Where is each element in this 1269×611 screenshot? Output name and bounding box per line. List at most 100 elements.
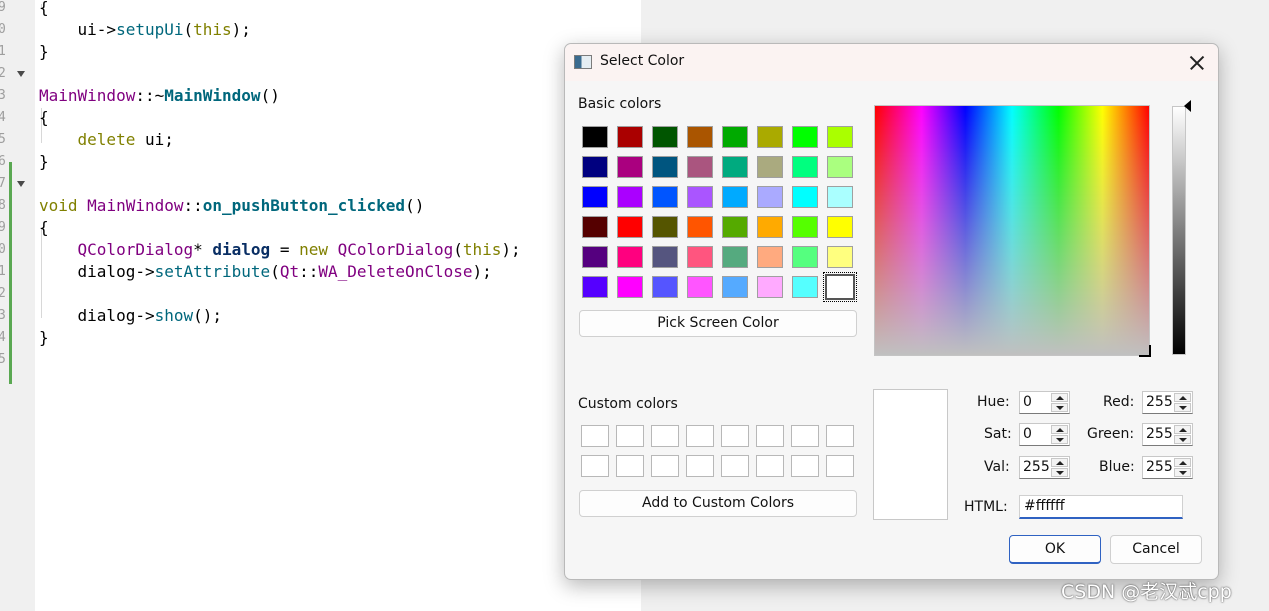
sat-down-arrow-icon[interactable] — [1051, 435, 1068, 444]
html-color-input[interactable]: #ffffff — [1019, 495, 1183, 519]
blue-up-arrow-icon[interactable] — [1174, 458, 1191, 467]
basic-color-swatch[interactable] — [687, 276, 713, 298]
basic-color-swatch[interactable] — [792, 156, 818, 178]
basic-color-swatch[interactable] — [687, 216, 713, 238]
sat-spinbox[interactable]: 0 — [1019, 423, 1070, 446]
basic-color-swatch[interactable] — [687, 186, 713, 208]
basic-color-swatch[interactable] — [827, 126, 853, 148]
basic-color-swatch[interactable] — [827, 156, 853, 178]
code-line[interactable]: } — [39, 151, 49, 173]
basic-color-swatch[interactable] — [792, 276, 818, 298]
basic-color-swatch[interactable] — [652, 246, 678, 268]
val-down-arrow-icon[interactable] — [1051, 468, 1068, 477]
custom-color-swatch[interactable] — [721, 425, 749, 447]
custom-color-swatch[interactable] — [581, 425, 609, 447]
custom-color-swatch[interactable] — [791, 425, 819, 447]
pick-screen-color-button[interactable]: Pick Screen Color — [579, 310, 857, 337]
basic-color-swatch[interactable] — [827, 216, 853, 238]
basic-color-swatch[interactable] — [792, 186, 818, 208]
custom-color-swatch[interactable] — [651, 455, 679, 477]
basic-color-swatch[interactable] — [722, 126, 748, 148]
custom-color-swatch[interactable] — [686, 455, 714, 477]
code-line[interactable]: void MainWindow::on_pushButton_clicked() — [39, 195, 424, 217]
basic-color-swatch[interactable] — [582, 276, 608, 298]
custom-color-swatch[interactable] — [791, 455, 819, 477]
hue-value[interactable]: 0 — [1023, 394, 1032, 410]
basic-color-swatch[interactable] — [792, 246, 818, 268]
code-line[interactable]: ui->setupUi(this); — [39, 19, 251, 41]
basic-color-swatch[interactable] — [757, 276, 783, 298]
code-area[interactable]: { ui->setupUi(this);} MainWindow::~MainWi… — [0, 0, 641, 611]
code-line[interactable]: { — [39, 0, 49, 19]
basic-color-swatch[interactable] — [722, 186, 748, 208]
basic-color-swatch[interactable] — [722, 156, 748, 178]
basic-color-swatch[interactable] — [652, 186, 678, 208]
color-spectrum-picker[interactable] — [874, 105, 1150, 356]
basic-color-swatch[interactable] — [722, 216, 748, 238]
basic-color-swatch[interactable] — [652, 276, 678, 298]
basic-color-swatch[interactable] — [757, 246, 783, 268]
blue-spinbox[interactable]: 255 — [1142, 456, 1193, 479]
basic-color-swatch[interactable] — [722, 276, 748, 298]
code-editor[interactable]: 90123456789012345 { ui->setupUi(this);} M… — [0, 0, 641, 611]
basic-color-swatch[interactable] — [617, 246, 643, 268]
code-line[interactable]: dialog->show(); — [39, 305, 223, 327]
ok-button[interactable]: OK — [1009, 535, 1101, 564]
basic-color-swatch[interactable] — [582, 246, 608, 268]
basic-color-swatch[interactable] — [582, 126, 608, 148]
val-spinbox[interactable]: 255 — [1019, 456, 1070, 479]
sat-value[interactable]: 0 — [1023, 426, 1032, 442]
red-up-arrow-icon[interactable] — [1174, 393, 1191, 402]
custom-color-swatch[interactable] — [651, 425, 679, 447]
basic-color-swatch[interactable] — [582, 186, 608, 208]
code-line[interactable]: delete ui; — [39, 129, 174, 151]
basic-color-swatch[interactable] — [617, 216, 643, 238]
basic-color-swatch[interactable] — [757, 186, 783, 208]
basic-color-swatch[interactable] — [582, 216, 608, 238]
custom-color-swatch[interactable] — [826, 425, 854, 447]
cancel-button[interactable]: Cancel — [1110, 535, 1202, 564]
basic-color-swatch[interactable] — [827, 186, 853, 208]
blue-value[interactable]: 255 — [1146, 459, 1173, 475]
custom-color-swatch[interactable] — [616, 425, 644, 447]
basic-color-swatch[interactable] — [617, 126, 643, 148]
close-icon[interactable] — [1184, 50, 1210, 76]
green-value[interactable]: 255 — [1146, 426, 1173, 442]
hue-down-arrow-icon[interactable] — [1051, 403, 1068, 412]
blue-down-arrow-icon[interactable] — [1174, 468, 1191, 477]
val-up-arrow-icon[interactable] — [1051, 458, 1068, 467]
basic-color-swatch[interactable] — [652, 156, 678, 178]
sat-up-arrow-icon[interactable] — [1051, 425, 1068, 434]
custom-color-swatch[interactable] — [616, 455, 644, 477]
basic-color-swatch[interactable] — [617, 186, 643, 208]
hue-spinbox[interactable]: 0 — [1019, 391, 1070, 414]
val-value[interactable]: 255 — [1023, 459, 1050, 475]
red-spinbox[interactable]: 255 — [1142, 391, 1193, 414]
basic-color-swatch[interactable] — [792, 216, 818, 238]
hue-up-arrow-icon[interactable] — [1051, 393, 1068, 402]
code-line[interactable]: MainWindow::~MainWindow() — [39, 85, 280, 107]
code-line[interactable]: { — [39, 107, 49, 129]
custom-color-swatch[interactable] — [826, 455, 854, 477]
custom-color-swatch[interactable] — [721, 455, 749, 477]
code-line[interactable]: } — [39, 327, 49, 349]
basic-color-swatch[interactable] — [617, 156, 643, 178]
basic-color-swatch[interactable] — [722, 246, 748, 268]
custom-color-swatch[interactable] — [581, 455, 609, 477]
custom-color-swatch[interactable] — [756, 425, 784, 447]
basic-color-swatch[interactable] — [687, 246, 713, 268]
basic-color-swatch[interactable] — [582, 156, 608, 178]
luminance-slider[interactable] — [1172, 106, 1186, 355]
basic-color-swatch[interactable] — [652, 126, 678, 148]
green-up-arrow-icon[interactable] — [1174, 425, 1191, 434]
code-line[interactable]: QColorDialog* dialog = new QColorDialog(… — [39, 239, 521, 261]
basic-color-swatch[interactable] — [792, 126, 818, 148]
basic-color-swatch[interactable] — [827, 246, 853, 268]
green-spinbox[interactable]: 255 — [1142, 423, 1193, 446]
basic-color-swatch[interactable] — [757, 156, 783, 178]
code-line[interactable]: { — [39, 217, 49, 239]
luminance-arrow-icon[interactable] — [1184, 100, 1191, 112]
green-down-arrow-icon[interactable] — [1174, 435, 1191, 444]
basic-color-swatch[interactable] — [652, 216, 678, 238]
basic-color-swatch[interactable] — [757, 216, 783, 238]
